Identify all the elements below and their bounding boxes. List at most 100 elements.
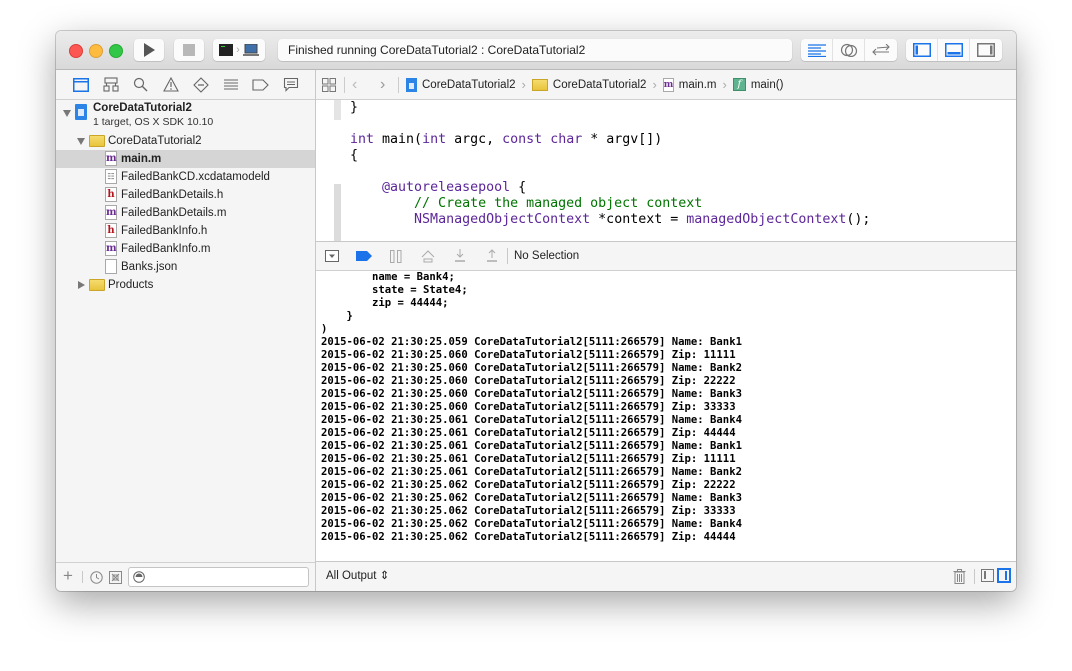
source-control-filter-icon[interactable] [109, 571, 122, 584]
chevron-right-icon: › [652, 77, 657, 92]
tree-item-file[interactable]: m FailedBankInfo.m [56, 240, 315, 258]
navigator-footer: + [56, 562, 315, 591]
generic-file-icon [105, 259, 117, 274]
stop-button[interactable] [174, 39, 204, 61]
add-file-button[interactable]: + [63, 567, 73, 585]
step-into-button[interactable] [452, 248, 468, 264]
code-line: { [350, 148, 359, 163]
project-subtitle: 1 target, OS X SDK 10.10 [93, 116, 214, 128]
tree-item-project[interactable]: CoreDataTutorial2 1 target, OS X SDK 10.… [56, 100, 315, 132]
file-name: FailedBankDetails.m [121, 207, 227, 219]
navigator-filter-input[interactable] [128, 567, 309, 587]
back-button[interactable]: ‹ [352, 70, 357, 99]
tab-breakpoint-navigator[interactable] [252, 76, 269, 93]
console-line: 2015-06-02 21:30:25.059 CoreDataTutorial… [321, 336, 742, 348]
disclosure-triangle-icon[interactable] [63, 110, 71, 117]
breadcrumb-group[interactable]: CoreDataTutorial2 [531, 78, 646, 91]
divider [344, 76, 345, 93]
file-name: FailedBankInfo.h [121, 225, 208, 237]
debug-bar: No Selection [316, 242, 1016, 271]
step-over-button[interactable] [420, 248, 436, 264]
console-line: name = Bank4; [321, 271, 455, 283]
standard-editor-button[interactable] [801, 39, 833, 61]
file-tree: CoreDataTutorial2 1 target, OS X SDK 10.… [56, 100, 315, 294]
console-line: 2015-06-02 21:30:25.060 CoreDataTutorial… [321, 375, 736, 387]
folder-icon [72, 77, 89, 92]
zoom-window-button[interactable] [109, 44, 123, 58]
chevron-left-icon: ‹ [352, 75, 358, 93]
file-name: FailedBankDetails.h [121, 189, 224, 201]
utilities-toggle-button[interactable] [970, 39, 1002, 61]
play-icon [144, 43, 155, 57]
hide-debug-area-icon [325, 250, 339, 262]
breakpoint-toggle-icon [356, 251, 372, 261]
chevron-right-icon: › [521, 77, 526, 92]
scheme-selector[interactable]: › [213, 39, 265, 61]
editor-gutter[interactable] [316, 100, 341, 241]
stop-icon [183, 44, 195, 56]
breadcrumb-project[interactable]: CoreDataTutorial2 [406, 77, 516, 92]
tree-item-file[interactable]: Banks.json [56, 258, 315, 276]
file-name: Banks.json [121, 261, 178, 273]
code-comment: // Create the managed object context [350, 196, 703, 211]
chevron-right-icon: › [380, 75, 386, 93]
pause-icon [390, 249, 402, 263]
editor-mode-control [801, 39, 897, 61]
show-console-view-button[interactable] [997, 568, 1011, 583]
output-filter-select[interactable]: All Output ⇕ [326, 562, 389, 591]
tab-issue-navigator[interactable] [162, 76, 179, 93]
tree-item-group[interactable]: CoreDataTutorial2 [56, 132, 315, 150]
recent-files-icon[interactable] [90, 571, 103, 584]
trash-icon[interactable] [953, 569, 966, 584]
assistant-editor-icon [840, 43, 857, 57]
warning-icon [162, 77, 179, 92]
tab-report-navigator[interactable] [282, 76, 299, 93]
code-fold-ribbon [334, 184, 341, 241]
folder-icon [89, 279, 105, 291]
navigator-toggle-button[interactable] [906, 39, 938, 61]
disclosure-triangle-icon[interactable] [78, 281, 85, 289]
tree-item-file[interactable]: ☷ FailedBankCD.xcdatamodeld [56, 168, 315, 186]
tree-item-file[interactable]: h FailedBankInfo.h [56, 222, 315, 240]
breakpoints-toggle-button[interactable] [356, 248, 372, 264]
run-button[interactable] [134, 39, 164, 61]
tree-item-file[interactable]: m FailedBankDetails.m [56, 204, 315, 222]
console-line: 2015-06-02 21:30:25.062 CoreDataTutorial… [321, 518, 742, 530]
pause-button[interactable] [388, 248, 404, 264]
console-line: 2015-06-02 21:30:25.062 CoreDataTutorial… [321, 479, 736, 491]
console-line: state = State4; [321, 284, 468, 296]
breadcrumb-label: main() [750, 78, 784, 91]
chevron-right-icon: › [236, 44, 240, 56]
tab-debug-navigator[interactable] [222, 76, 239, 93]
step-out-button[interactable] [484, 248, 500, 264]
divider [507, 248, 508, 264]
tab-symbol-navigator[interactable] [102, 76, 119, 93]
show-variables-view-button[interactable] [981, 569, 994, 582]
group-name: Products [108, 279, 154, 291]
tab-project-navigator[interactable] [72, 76, 89, 93]
disclosure-triangle-icon[interactable] [77, 138, 85, 145]
debug-area-toggle-button[interactable] [938, 39, 970, 61]
related-items-button[interactable] [322, 70, 336, 99]
version-editor-button[interactable] [865, 39, 897, 61]
objc-m-file-icon: m [105, 205, 117, 220]
tab-test-navigator[interactable] [192, 76, 209, 93]
breadcrumb-file[interactable]: m main.m [662, 77, 716, 92]
tree-item-products[interactable]: Products [56, 276, 315, 294]
tree-item-file[interactable]: m main.m [56, 150, 315, 168]
assistant-editor-button[interactable] [833, 39, 865, 61]
console-output[interactable]: name = Bank4; state = State4; zip = 4444… [316, 271, 1016, 561]
breakpoint-icon [252, 78, 269, 91]
close-window-button[interactable] [69, 44, 83, 58]
minimize-window-button[interactable] [89, 44, 103, 58]
forward-button[interactable]: › [380, 70, 385, 99]
function-icon: f [732, 78, 746, 91]
tree-item-file[interactable]: h FailedBankDetails.h [56, 186, 315, 204]
header-h-file-icon: h [105, 187, 117, 202]
hide-debug-area-button[interactable] [324, 248, 340, 264]
tab-find-navigator[interactable] [132, 76, 149, 93]
source-editor[interactable]: } int main(int argc, const char * argv[]… [316, 100, 1016, 242]
console-line: 2015-06-02 21:30:25.061 CoreDataTutorial… [321, 440, 742, 452]
console-line: zip = 44444; [321, 297, 449, 309]
breadcrumb-function[interactable]: f main() [732, 78, 784, 91]
